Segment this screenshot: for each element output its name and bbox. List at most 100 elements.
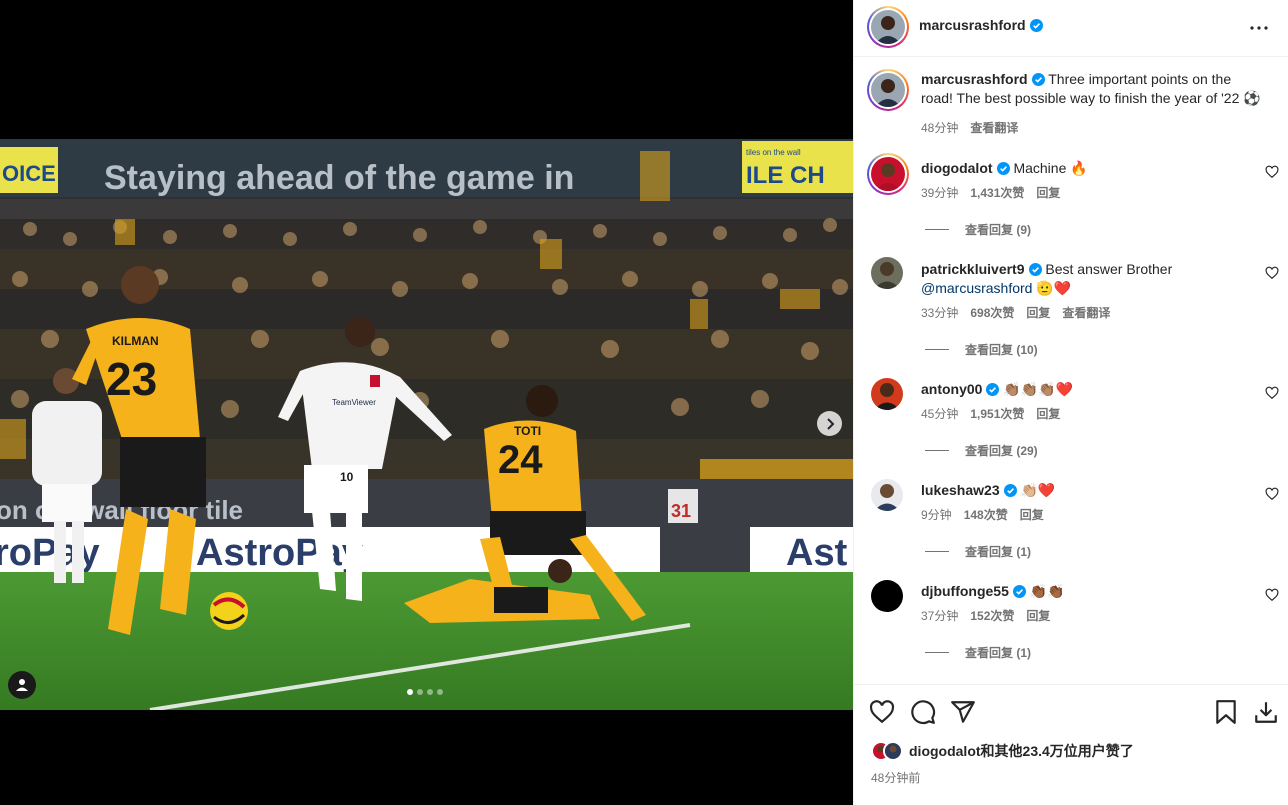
ad-board-number: 31 <box>671 501 691 521</box>
banner-text: Staying ahead of the game in <box>104 159 574 197</box>
media-panel: OICE tiles on the wall ILE CH Staying ah… <box>0 0 853 805</box>
view-replies-button[interactable]: 查看回复 (1) <box>925 644 1031 661</box>
comment-mention[interactable]: @marcusrashford <box>921 280 1032 296</box>
comment-likes[interactable]: 698次赞 <box>970 304 1014 321</box>
like-icon[interactable] <box>869 699 895 725</box>
comment-username[interactable]: patrickkluivert9 <box>921 261 1025 277</box>
tagged-users-button[interactable] <box>8 671 36 699</box>
bookmark-icon[interactable] <box>1213 699 1239 725</box>
view-replies-label: 查看回复 (29) <box>965 444 1038 458</box>
carousel-indicator <box>407 689 443 695</box>
comment-username[interactable]: lukeshaw23 <box>921 482 1000 498</box>
comment-reply-button[interactable]: 回复 <box>1026 304 1050 321</box>
caption-translate-button[interactable]: 查看翻译 <box>970 119 1018 136</box>
share-icon[interactable] <box>950 699 976 725</box>
comment-translate-button[interactable]: 查看翻译 <box>1062 304 1110 321</box>
verified-badge-icon <box>1029 19 1043 32</box>
post-photo: OICE tiles on the wall ILE CH Staying ah… <box>0 139 853 710</box>
author-avatar[interactable] <box>867 6 909 48</box>
player-toti-number: 24 <box>498 438 543 482</box>
comment-username[interactable]: djbuffonge55 <box>921 583 1009 599</box>
view-replies-label: 查看回复 (9) <box>965 223 1032 237</box>
comment-reply-button[interactable]: 回复 <box>1020 506 1044 523</box>
player-rashford-number: 10 <box>340 470 354 484</box>
verified-badge-icon <box>1012 585 1026 598</box>
player-kilman-name: KILMAN <box>112 334 159 348</box>
side-panel: marcusrashford marcusrashford Three impo… <box>853 0 1288 805</box>
comment-text: 👏🏼❤️ <box>1020 482 1056 498</box>
user-icon <box>16 679 28 691</box>
comment-time: 37分钟 <box>921 609 959 623</box>
comment-text: 👏🏾👏🏾 <box>1029 583 1065 599</box>
view-replies-label: 查看回复 (1) <box>965 646 1032 660</box>
comment-emoji: 🫡❤️ <box>1036 280 1072 296</box>
caption-avatar[interactable] <box>867 69 909 111</box>
comment-username[interactable]: antony00 <box>921 381 982 397</box>
view-replies-button[interactable]: 查看回复 (10) <box>925 341 1038 358</box>
banner-sign-right-top: tiles on the wall <box>746 148 801 157</box>
player-rashford-sponsor: TeamViewer <box>332 398 376 407</box>
likes-text: diogodalot和其他23.4万位用户赞了 <box>909 743 1134 759</box>
author-username[interactable]: marcusrashford <box>919 17 1026 33</box>
ad-board-text-2: roPay <box>0 532 100 574</box>
post-time: 48分钟前 <box>871 771 921 785</box>
verified-badge-icon <box>996 162 1010 175</box>
comment-time: 45分钟 <box>921 407 959 421</box>
post-modal: OICE tiles on the wall ILE CH Staying ah… <box>0 0 1288 805</box>
comment-text: Machine 🔥 <box>1013 160 1088 176</box>
comment-like-icon[interactable] <box>1265 266 1279 280</box>
more-options-button[interactable] <box>1247 16 1271 40</box>
banner-sign-left: OICE <box>2 161 56 186</box>
comment-avatar[interactable] <box>871 257 903 289</box>
comment-like-icon[interactable] <box>1265 386 1279 400</box>
view-replies-button[interactable]: 查看回复 (9) <box>925 221 1031 238</box>
liker-avatar <box>883 741 903 761</box>
carousel-dot <box>437 689 443 695</box>
comments-list[interactable]: marcusrashford Three important points on… <box>854 57 1288 684</box>
comment-username[interactable]: diogodalot <box>921 160 993 176</box>
comment-likes[interactable]: 1,431次赞 <box>970 184 1024 201</box>
view-replies-button[interactable]: 查看回复 (29) <box>925 442 1038 459</box>
carousel-dot <box>417 689 423 695</box>
verified-badge-icon <box>1028 263 1042 276</box>
comment-likes[interactable]: 148次赞 <box>964 506 1008 523</box>
comment-time: 39分钟 <box>921 186 959 200</box>
post-actions: diogodalot和其他23.4万位用户赞了 48分钟前 <box>854 684 1288 805</box>
verified-badge-icon <box>1003 484 1017 497</box>
view-replies-label: 查看回复 (10) <box>965 343 1038 357</box>
post-header: marcusrashford <box>854 0 1288 57</box>
comment-avatar[interactable] <box>867 153 909 195</box>
comment-avatar[interactable] <box>871 479 903 511</box>
comment-avatar[interactable] <box>871 378 903 410</box>
download-icon[interactable] <box>1253 699 1279 725</box>
caption-username[interactable]: marcusrashford <box>921 71 1028 87</box>
next-photo-button[interactable] <box>817 411 842 436</box>
comment-like-icon[interactable] <box>1265 588 1279 602</box>
carousel-dot <box>407 689 413 695</box>
likes-summary[interactable]: diogodalot和其他23.4万位用户赞了 <box>871 741 1134 761</box>
comment-text: Best answer Brother <box>1045 261 1173 277</box>
verified-badge-icon <box>1031 73 1045 86</box>
player-kilman-number: 23 <box>106 353 157 405</box>
chevron-right-icon <box>826 417 834 430</box>
player-toti-name: TOTI <box>514 424 541 438</box>
comment-text: 👏🏽👏🏽👏🏽❤️ <box>1003 381 1074 397</box>
caption-time: 48分钟 <box>921 121 959 135</box>
banner-sign-right: ILE CH <box>746 162 825 189</box>
comment-like-icon[interactable] <box>1265 165 1279 179</box>
view-replies-button[interactable]: 查看回复 (1) <box>925 543 1031 560</box>
carousel-dot <box>427 689 433 695</box>
ad-board-text-4: Ast <box>786 532 848 574</box>
ad-board-text-3: AstroPay <box>196 532 363 574</box>
verified-badge-icon <box>986 383 1000 396</box>
comment-likes[interactable]: 152次赞 <box>970 607 1014 624</box>
comment-like-icon[interactable] <box>1265 487 1279 501</box>
comment-reply-button[interactable]: 回复 <box>1036 184 1060 201</box>
more-dots-icon <box>1250 26 1268 30</box>
comment-reply-button[interactable]: 回复 <box>1026 607 1050 624</box>
comment-avatar[interactable] <box>871 580 903 612</box>
comment-icon[interactable] <box>910 699 936 725</box>
comment-reply-button[interactable]: 回复 <box>1036 405 1060 422</box>
comment-time: 33分钟 <box>921 306 959 320</box>
comment-likes[interactable]: 1,951次赞 <box>970 405 1024 422</box>
